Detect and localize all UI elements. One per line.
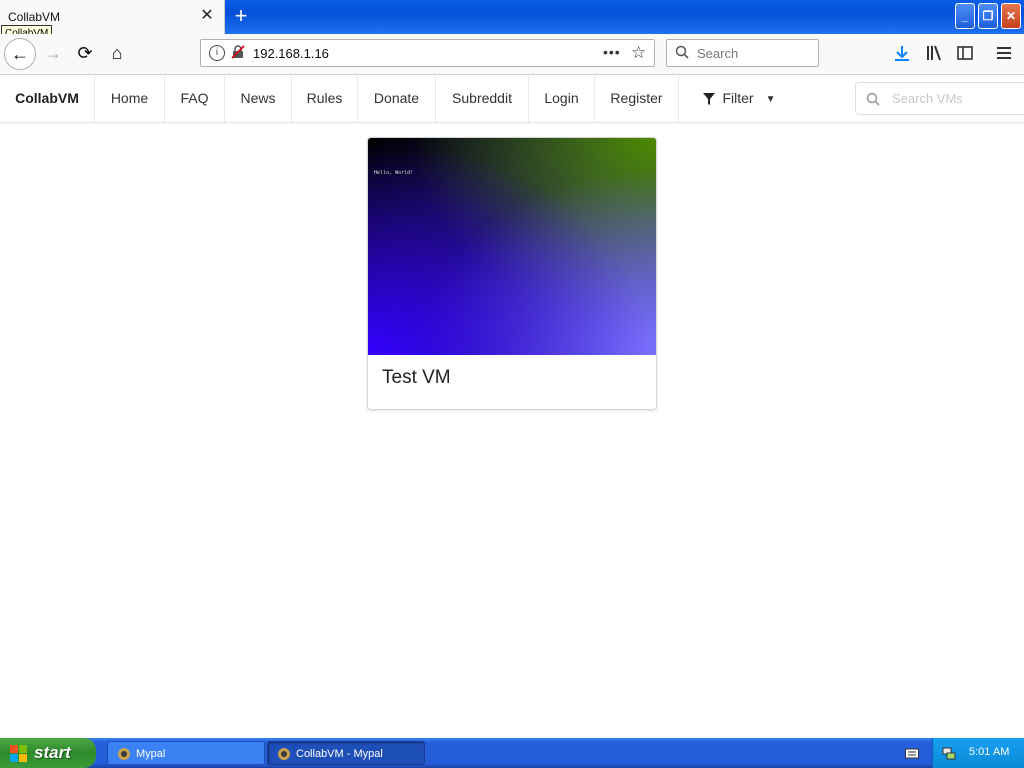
vm-card[interactable]: Hello, World! Test VM bbox=[367, 137, 657, 410]
nav-donate[interactable]: Donate bbox=[358, 75, 436, 122]
filter-label: Filter bbox=[722, 90, 754, 106]
nav-faq[interactable]: FAQ bbox=[165, 75, 225, 122]
task-label: CollabVM - Mypal bbox=[296, 748, 383, 760]
reload-button[interactable]: ⟳ bbox=[70, 38, 100, 68]
url-bar[interactable]: i 192.168.1.16 ••• ☆ bbox=[200, 39, 655, 67]
restore-button[interactable]: ❐ bbox=[978, 3, 998, 29]
close-window-button[interactable]: ✕ bbox=[1001, 3, 1021, 29]
bookmark-star-icon[interactable]: ☆ bbox=[631, 43, 646, 63]
forward-button[interactable]: → bbox=[38, 38, 68, 68]
home-button[interactable]: ⌂ bbox=[102, 38, 132, 68]
vm-thumbnail-text: Hello, World! bbox=[374, 170, 414, 176]
nav-rules[interactable]: Rules bbox=[292, 75, 358, 122]
mypal-icon bbox=[278, 748, 290, 760]
url-text[interactable]: 192.168.1.16 bbox=[253, 46, 329, 61]
vm-search-input[interactable]: Search VMs bbox=[855, 82, 1024, 115]
back-button[interactable]: ← bbox=[4, 38, 36, 70]
chevron-down-icon: ▼ bbox=[765, 93, 776, 105]
system-tray: 5:01 AM bbox=[932, 738, 1024, 768]
new-tab-button[interactable]: + bbox=[230, 4, 252, 28]
vm-search-placeholder: Search VMs bbox=[892, 91, 963, 106]
nav-register[interactable]: Register bbox=[595, 75, 679, 122]
nav-news[interactable]: News bbox=[225, 75, 292, 122]
download-icon[interactable] bbox=[892, 43, 912, 63]
minimize-button[interactable]: _ bbox=[955, 3, 975, 29]
nav-subreddit[interactable]: Subreddit bbox=[436, 75, 529, 122]
search-icon bbox=[675, 45, 689, 59]
tab-title: CollabVM bbox=[8, 10, 61, 24]
filter-dropdown[interactable]: Filter ▼ bbox=[679, 75, 799, 122]
network-icon[interactable] bbox=[941, 745, 957, 761]
browser-search-field[interactable]: Search bbox=[666, 39, 819, 67]
page-actions-icon[interactable]: ••• bbox=[603, 44, 621, 60]
start-button[interactable]: start bbox=[0, 738, 96, 768]
task-label: Mypal bbox=[136, 748, 166, 760]
close-tab-icon[interactable]: ✕ bbox=[198, 6, 216, 26]
windows-logo-icon bbox=[10, 745, 27, 762]
search-placeholder: Search bbox=[697, 46, 739, 61]
mypal-icon bbox=[118, 748, 130, 760]
info-icon[interactable]: i bbox=[209, 45, 225, 61]
library-icon[interactable] bbox=[924, 43, 944, 63]
browser-toolbar: ← → ⟳ ⌂ i 192.168.1.16 ••• ☆ Search bbox=[0, 34, 1024, 75]
clock[interactable]: 5:01 AM bbox=[969, 746, 1009, 758]
search-icon bbox=[866, 92, 880, 106]
taskbar-item-mypal[interactable]: Mypal bbox=[107, 741, 265, 765]
vm-thumbnail[interactable]: Hello, World! bbox=[368, 138, 656, 355]
site-navbar: CollabVM Home FAQ News Rules Donate Subr… bbox=[0, 75, 1024, 123]
nav-home[interactable]: Home bbox=[95, 75, 165, 122]
filter-icon bbox=[703, 93, 716, 106]
start-label: start bbox=[34, 743, 71, 762]
menu-icon[interactable] bbox=[994, 43, 1014, 63]
vm-title[interactable]: Test VM bbox=[382, 367, 451, 389]
taskbar-item-collabvm-mypal[interactable]: CollabVM - Mypal bbox=[267, 741, 425, 765]
title-bar: CollabVM ✕ + _ ❐ ✕ bbox=[0, 0, 1024, 34]
sidebar-icon[interactable] bbox=[955, 43, 975, 63]
taskbar: start Mypal CollabVM - Mypal 5:01 AM bbox=[0, 738, 1024, 768]
insecure-lock-icon[interactable] bbox=[231, 45, 245, 59]
keyboard-icon[interactable] bbox=[905, 747, 919, 759]
nav-login[interactable]: Login bbox=[529, 75, 595, 122]
brand-link[interactable]: CollabVM bbox=[0, 75, 95, 122]
